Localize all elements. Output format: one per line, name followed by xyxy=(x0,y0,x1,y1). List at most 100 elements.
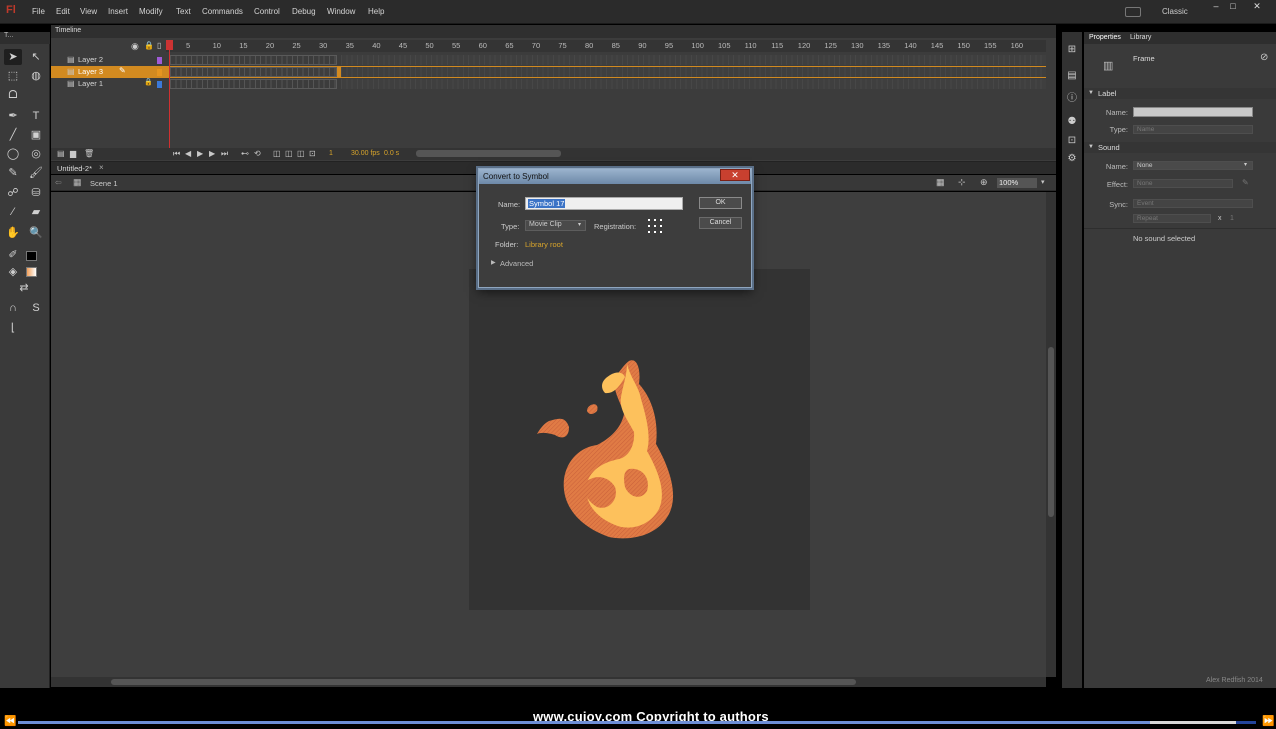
advanced-toggle[interactable]: Advanced xyxy=(500,259,533,268)
timeline-tab[interactable]: Timeline xyxy=(51,25,1056,38)
repeat-select[interactable]: Repeat xyxy=(1133,214,1211,223)
layer-frames[interactable] xyxy=(169,79,337,89)
vertical-scroll-thumb[interactable] xyxy=(1048,347,1054,517)
tab-library[interactable]: Library xyxy=(1130,34,1151,41)
onion-outline-icon[interactable]: ◫ xyxy=(285,149,293,158)
rectangle-tool-icon[interactable]: ▣ xyxy=(27,127,45,143)
free-transform-icon[interactable]: ⬚ xyxy=(4,68,22,84)
modify-markers-icon[interactable]: ⊡ xyxy=(309,149,316,158)
eraser-icon[interactable]: ▰ xyxy=(27,204,45,220)
menu-edit[interactable]: Edit xyxy=(56,7,70,16)
edit-effect-icon[interactable]: ✎ xyxy=(1242,178,1249,187)
center-frame-icon[interactable]: ⊷ xyxy=(241,149,249,158)
workspace-switcher[interactable]: Classic xyxy=(1162,7,1188,16)
layer-frames[interactable] xyxy=(169,55,337,65)
close-window-button[interactable]: ✕ xyxy=(1246,1,1268,11)
fire-artwork[interactable] xyxy=(469,269,810,610)
expand-triangle-icon[interactable]: ▶ xyxy=(491,259,496,266)
menu-help[interactable]: Help xyxy=(368,7,384,16)
swatches-icon[interactable]: ⚉ xyxy=(1064,116,1080,130)
transform-icon[interactable]: ⊡ xyxy=(1064,135,1080,149)
scene-breadcrumb[interactable]: Scene 1 xyxy=(90,179,118,188)
chevron-down-icon[interactable]: ▾ xyxy=(1244,161,1247,168)
ok-button[interactable]: OK xyxy=(699,197,742,209)
menu-window[interactable]: Window xyxy=(327,7,355,16)
pen-tool-icon[interactable]: ✒ xyxy=(4,108,22,124)
empty-frames[interactable] xyxy=(341,55,1046,65)
components-icon[interactable]: ⚙ xyxy=(1064,153,1080,167)
step-forward-icon[interactable]: ▶ xyxy=(209,149,215,158)
back-arrow-icon[interactable]: ⇦ xyxy=(55,178,62,187)
cancel-button[interactable]: Cancel xyxy=(699,217,742,229)
menu-text[interactable]: Text xyxy=(176,7,191,16)
info-icon[interactable]: ⓘ xyxy=(1064,89,1080,104)
layer-name[interactable]: Layer 2 xyxy=(78,55,103,64)
stroke-color-swatch[interactable] xyxy=(26,251,37,261)
close-tab-icon[interactable]: × xyxy=(99,163,104,172)
help-icon[interactable]: ⊘ xyxy=(1260,52,1268,63)
label-section[interactable]: Label xyxy=(1084,88,1276,99)
first-frame-icon[interactable]: ⏮ xyxy=(173,149,180,159)
menu-control[interactable]: Control xyxy=(254,7,280,16)
label-name-input[interactable] xyxy=(1133,107,1253,117)
menu-debug[interactable]: Debug xyxy=(292,7,316,16)
timeline-hscroll[interactable] xyxy=(416,150,561,157)
layer-row[interactable]: ▤ Layer 2 xyxy=(51,54,1046,66)
effect-select[interactable]: None xyxy=(1133,179,1233,188)
folder-link[interactable]: Library root xyxy=(525,240,563,249)
delete-layer-icon[interactable]: 🗑 xyxy=(84,149,94,158)
collapse-arrow-icon[interactable]: ▼ xyxy=(1088,144,1094,150)
color-icon[interactable]: ▤ xyxy=(1064,70,1080,84)
horizontal-scroll-thumb[interactable] xyxy=(111,679,856,685)
timeline-ruler[interactable]: 1510152025303540455055606570758085909510… xyxy=(166,40,1046,52)
symbol-type-select[interactable]: Movie Clip ▾ xyxy=(525,220,586,231)
deco-tool-icon[interactable]: ◎ xyxy=(27,146,45,162)
layer-color-swatch[interactable] xyxy=(157,57,162,64)
new-layer-icon[interactable]: ▤ xyxy=(57,149,65,158)
playhead-knob[interactable] xyxy=(166,40,173,50)
last-frame-icon[interactable]: ⏭ xyxy=(221,149,228,159)
label-type-select[interactable]: Name xyxy=(1133,125,1253,134)
layer-name[interactable]: Layer 3 xyxy=(78,67,103,76)
chevron-down-icon[interactable]: ▾ xyxy=(1041,178,1045,186)
new-folder-icon[interactable]: ▆ xyxy=(70,149,76,158)
tab-properties[interactable]: Properties xyxy=(1089,34,1121,41)
paint-bucket-icon[interactable]: ⛁ xyxy=(27,185,45,201)
eyedropper-icon[interactable]: ⁄ xyxy=(4,204,22,220)
selection-tool-icon[interactable]: ➤ xyxy=(4,49,22,65)
3d-rotation-icon[interactable]: ◍ xyxy=(27,68,45,84)
hand-tool-icon[interactable]: ✋ xyxy=(4,225,22,241)
rewind-icon[interactable]: ⏪ xyxy=(4,716,16,727)
outline-icon[interactable]: ▯ xyxy=(157,41,161,50)
sync-icon[interactable] xyxy=(1125,7,1141,17)
oval-tool-icon[interactable]: ◯ xyxy=(4,146,22,162)
layer-color-swatch[interactable] xyxy=(157,69,162,76)
vertical-scrollbar[interactable] xyxy=(1046,192,1056,677)
step-back-icon[interactable]: ◀ xyxy=(185,149,191,158)
pencil-tool-icon[interactable]: ✎ xyxy=(4,165,22,181)
fast-forward-icon[interactable]: ⏩ xyxy=(1262,716,1274,727)
collapse-arrow-icon[interactable]: ▼ xyxy=(1088,90,1094,96)
eye-icon[interactable]: ◉ xyxy=(131,41,139,52)
layer-name[interactable]: Layer 1 xyxy=(78,79,103,88)
zoom-dropdown[interactable]: 100% xyxy=(997,178,1037,188)
edit-scene-icon[interactable]: ▦ xyxy=(936,177,945,188)
maximize-button[interactable]: □ xyxy=(1222,1,1244,11)
brush-tool-icon[interactable]: 🖌 xyxy=(27,165,45,181)
edit-multiple-icon[interactable]: ◫ xyxy=(297,149,305,158)
repeat-count[interactable]: 1 xyxy=(1230,215,1234,222)
close-icon[interactable]: ✕ xyxy=(720,169,750,181)
line-tool-icon[interactable]: ╱ xyxy=(4,127,22,143)
swap-colors-icon[interactable]: ⇄ xyxy=(15,280,33,296)
text-tool-icon[interactable]: T xyxy=(27,108,45,124)
zoom-tool-icon[interactable]: 🔍 xyxy=(27,225,45,241)
registration-grid[interactable] xyxy=(648,219,662,233)
sound-name-select[interactable]: None xyxy=(1133,161,1253,170)
symbol-name-input[interactable]: Symbol 17 xyxy=(525,197,683,210)
frame-rate[interactable]: 30.00 fps xyxy=(351,150,380,157)
menu-modify[interactable]: Modify xyxy=(139,7,163,16)
clip-icon[interactable]: ⊕ xyxy=(980,177,988,188)
empty-frames[interactable] xyxy=(341,79,1046,89)
fill-color-icon[interactable]: ◈ xyxy=(4,264,22,280)
snap-magnet-icon[interactable]: ∩ xyxy=(4,300,22,316)
